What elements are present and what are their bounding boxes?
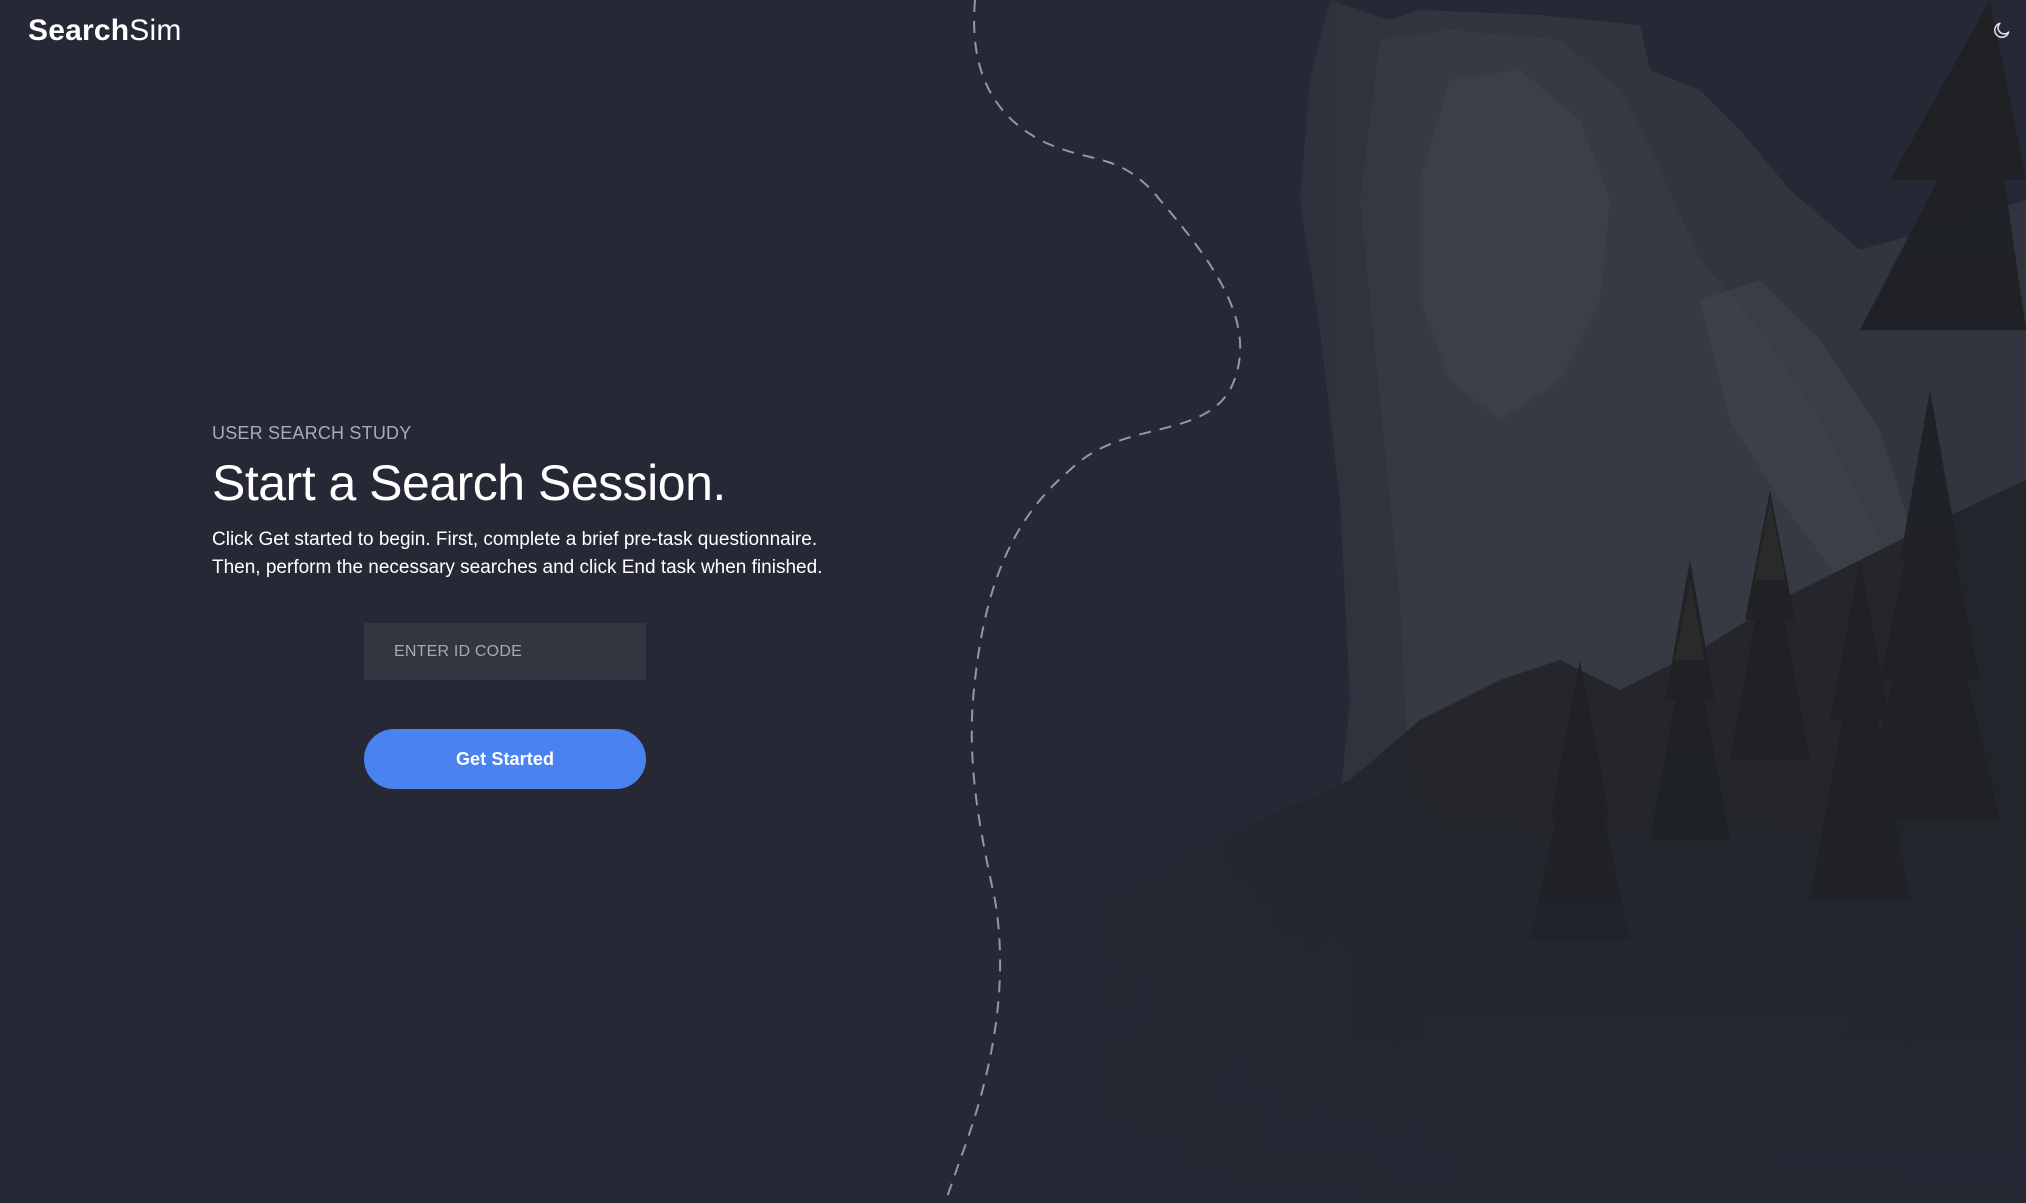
id-code-input[interactable] (364, 623, 646, 680)
get-started-button[interactable]: Get Started (364, 729, 646, 789)
background-scenery-image (940, 0, 2026, 1203)
logo-light-text: Sim (129, 14, 182, 47)
instructions-line-2: Then, perform the necessary searches and… (212, 557, 823, 578)
theme-toggle-button[interactable] (1989, 17, 2015, 43)
moon-icon (1994, 22, 2010, 38)
hero-section: USER SEARCH STUDY Start a Search Session… (212, 420, 912, 582)
page-title: Start a Search Session. (212, 455, 726, 511)
instructions-text: Click Get started to begin. First, compl… (212, 526, 912, 582)
landing-page: SearchSim USER SEARCH STUDY Start a Sear… (0, 0, 2026, 1203)
app-logo[interactable]: SearchSim (28, 14, 182, 48)
instructions-line-1: Click Get started to begin. First, compl… (212, 529, 818, 550)
logo-bold-text: Search (28, 14, 130, 47)
eyebrow-label: USER SEARCH STUDY (212, 423, 412, 443)
